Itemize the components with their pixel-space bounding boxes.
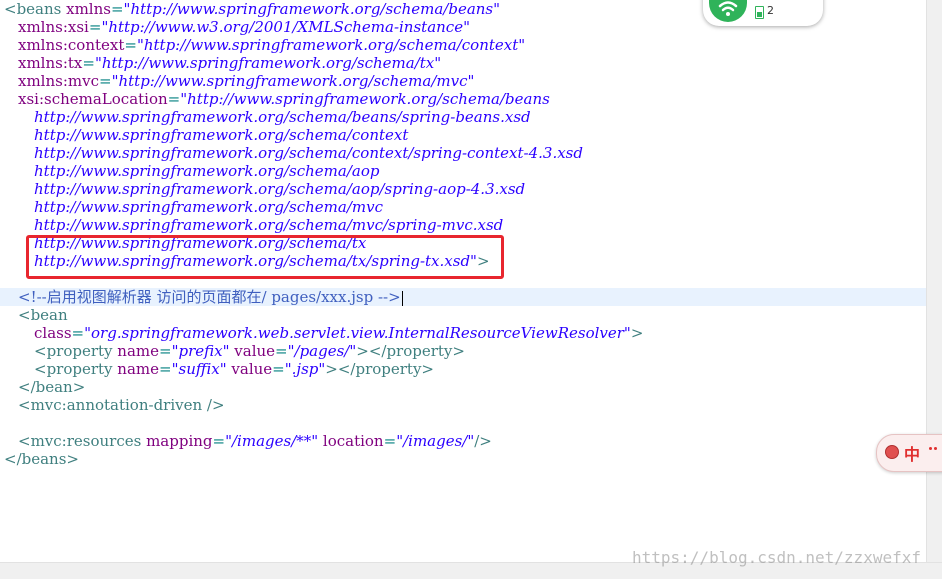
- tag-open: <property: [34, 360, 113, 378]
- highlight-annotation-box: [26, 235, 504, 279]
- attribute-name: xmlns:context: [18, 36, 125, 54]
- code-editor[interactable]: <beans xmlns="http://www.springframework…: [0, 0, 926, 562]
- equals-sign: =: [71, 324, 85, 342]
- tag-close: />: [474, 432, 492, 450]
- attribute-name: location: [318, 432, 384, 450]
- code-line: </beans>: [4, 450, 79, 468]
- tag-close: ></property>: [325, 360, 434, 378]
- equals-sign: =: [88, 18, 102, 36]
- connection-count: 2: [767, 4, 774, 17]
- code-line: </bean>: [18, 378, 86, 396]
- attribute-value: "http://www.w3.org/2001/XMLSchema-instan…: [101, 18, 470, 36]
- attribute-value: "/pages/": [287, 342, 357, 360]
- equals-sign: =: [159, 360, 172, 378]
- tag-open: <mvc:resources: [18, 432, 142, 450]
- code-line: <mvc:annotation-driven />: [18, 396, 225, 414]
- tag-open: <beans: [4, 0, 62, 18]
- attribute-value: "/images/": [396, 432, 475, 450]
- wifi-icon: [709, 0, 747, 22]
- ime-toolbar[interactable]: 中: [876, 434, 942, 472]
- schema-location-url: http://www.springframework.org/schema/mv…: [34, 198, 383, 216]
- attribute-name: value: [229, 342, 276, 360]
- attribute-value: "suffix": [171, 360, 227, 378]
- attribute-name: name: [112, 342, 160, 360]
- tag-close: ></property>: [356, 342, 465, 360]
- attribute-name: name: [112, 360, 160, 378]
- equals-sign: =: [167, 90, 181, 108]
- equals-sign: =: [159, 342, 172, 360]
- code-line: xsi:schemaLocation="http://www.springfra…: [18, 90, 550, 108]
- attribute-value: "org.springframework.web.servlet.view.In…: [84, 324, 631, 342]
- code-line: <!--启用视图解析器 访问的页面都在/ pages/xxx.jsp -->: [18, 288, 403, 306]
- attribute-name: xmlns:tx: [18, 54, 83, 72]
- more-dots-icon[interactable]: [929, 447, 942, 453]
- schema-location-url: http://www.springframework.org/schema/be…: [34, 108, 531, 126]
- schema-location-url: http://www.springframework.org/schema/co…: [34, 144, 583, 162]
- ime-logo-icon: [885, 445, 899, 459]
- schema-location-url: http://www.springframework.org/schema/ao…: [34, 180, 526, 198]
- vertical-scrollbar[interactable]: [926, 0, 942, 562]
- code-line: xmlns:xsi="http://www.w3.org/2001/XMLSch…: [18, 18, 470, 36]
- equals-sign: =: [212, 432, 226, 450]
- code-line: <beans xmlns="http://www.springframework…: [4, 0, 500, 18]
- equals-sign: =: [124, 36, 137, 54]
- equals-sign: =: [82, 54, 95, 72]
- code-line: xmlns:mvc="http://www.springframework.or…: [18, 72, 474, 90]
- attribute-value: "http://www.springframework.org/schema/t…: [94, 54, 442, 72]
- attribute-value: "http://www.springframework.org/schema/m…: [111, 72, 475, 90]
- attribute-name: mapping: [141, 432, 213, 450]
- attribute-value: "http://www.springframework.org/schema/b…: [180, 90, 550, 108]
- ime-language-label[interactable]: 中: [904, 441, 920, 465]
- equals-sign: =: [272, 360, 285, 378]
- attribute-name: class: [34, 324, 72, 342]
- watermark: https://blog.csdn.net/zzxwefxf: [632, 548, 921, 567]
- equals-sign: =: [275, 342, 288, 360]
- code-line: <bean: [18, 306, 68, 324]
- attribute-name: xmlns: [61, 0, 111, 18]
- schema-location-url: http://www.springframework.org/schema/mv…: [34, 216, 504, 234]
- attribute-name: xsi:schemaLocation: [18, 90, 168, 108]
- code-line: xmlns:context="http://www.springframewor…: [18, 36, 525, 54]
- attribute-name: value: [226, 360, 273, 378]
- battery-icon: [755, 6, 764, 19]
- attribute-value: "/images/**": [225, 432, 319, 450]
- equals-sign: =: [99, 72, 112, 90]
- text-cursor: [401, 290, 403, 306]
- code-line: xmlns:tx="http://www.springframework.org…: [18, 54, 441, 72]
- schema-location-url: http://www.springframework.org/schema/co…: [34, 126, 409, 144]
- equals-sign: =: [383, 432, 397, 450]
- code-line: <property name="prefix" value="/pages/">…: [34, 342, 465, 360]
- code-line: class="org.springframework.web.servlet.v…: [34, 324, 643, 342]
- attribute-value: "prefix": [171, 342, 230, 360]
- equals-sign: =: [110, 0, 124, 18]
- tag-open: <property: [34, 342, 113, 360]
- attribute-value: ".jsp": [284, 360, 326, 378]
- attribute-value: "http://www.springframework.org/schema/b…: [123, 0, 501, 18]
- attribute-value: "http://www.springframework.org/schema/c…: [136, 36, 526, 54]
- xml-comment: <!--启用视图解析器 访问的页面都在/ pages/xxx.jsp -->: [18, 288, 401, 306]
- attribute-name: xmlns:mvc: [18, 72, 99, 90]
- code-line: <mvc:resources mapping="/images/**" loca…: [18, 432, 492, 450]
- schema-location-url: http://www.springframework.org/schema/ao…: [34, 162, 380, 180]
- tag-close: >: [630, 324, 644, 342]
- attribute-name: xmlns:xsi: [18, 18, 89, 36]
- code-line: <property name="suffix" value=".jsp"></p…: [34, 360, 434, 378]
- network-monitor-widget[interactable]: 2: [703, 0, 823, 26]
